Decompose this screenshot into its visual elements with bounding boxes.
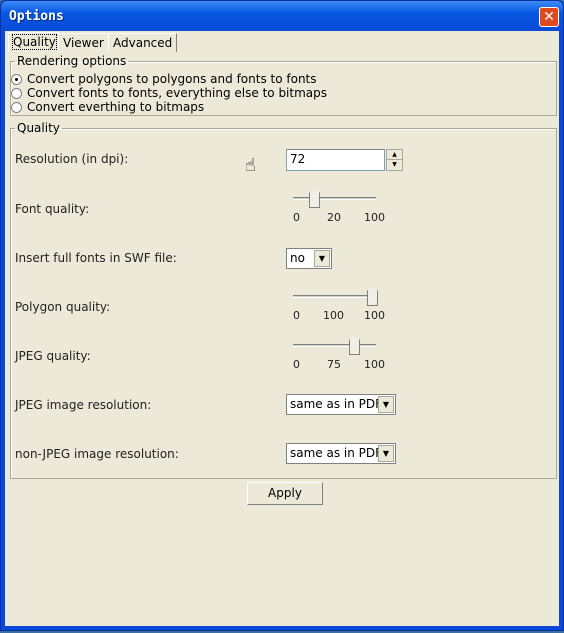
- radio-label: Convert polygons to polygons and fonts t…: [27, 72, 317, 86]
- jpeg-resolution-select[interactable]: same as in PDF ▼: [286, 394, 396, 415]
- hand-cursor-icon: ☝: [245, 155, 256, 176]
- tab-label: Viewer: [63, 36, 104, 50]
- insert-fonts-select[interactable]: no ▼: [286, 248, 332, 269]
- tab-viewer[interactable]: Viewer: [58, 33, 109, 52]
- spin-up-icon[interactable]: ▲: [387, 150, 402, 160]
- tab-label: Advanced: [113, 36, 173, 50]
- slider-max: 100: [364, 309, 385, 322]
- slider-min: 0: [293, 309, 300, 322]
- jpeg-quality-label: JPEG quality:: [15, 349, 91, 363]
- polygon-quality-slider[interactable]: [293, 295, 376, 298]
- group-legend: Quality: [17, 121, 60, 135]
- apply-button[interactable]: Apply: [247, 482, 323, 505]
- font-quality-slider[interactable]: [293, 197, 376, 200]
- slider-thumb[interactable]: [349, 336, 360, 355]
- slider-max: 100: [364, 358, 385, 371]
- jpeg-resolution-label: JPEG image resolution:: [15, 398, 152, 412]
- nonjpeg-resolution-label: non-JPEG image resolution:: [15, 447, 179, 461]
- radio-all-bitmaps[interactable]: Convert everthing to bitmaps: [11, 100, 204, 114]
- select-value: no: [290, 251, 305, 265]
- radio-label: Convert fonts to fonts, everything else …: [27, 86, 328, 100]
- tab-quality[interactable]: Quality: [8, 32, 61, 52]
- radio-icon: [11, 101, 22, 113]
- group-legend: Rendering options: [17, 54, 127, 68]
- jpeg-quality-slider[interactable]: [293, 344, 376, 347]
- resolution-label: Resolution (in dpi):: [15, 152, 129, 166]
- radio-icon: [11, 87, 22, 99]
- slider-thumb[interactable]: [309, 189, 320, 208]
- select-value: same as in PDF: [290, 446, 383, 460]
- slider-value: 100: [323, 309, 344, 322]
- font-quality-label: Font quality:: [15, 202, 90, 216]
- dialog-body: Quality Viewer Advanced Rendering option…: [5, 31, 559, 626]
- slider-min: 0: [293, 358, 300, 371]
- slider-min: 0: [293, 211, 300, 224]
- chevron-down-icon[interactable]: ▼: [378, 445, 394, 462]
- select-value: same as in PDF: [290, 397, 383, 411]
- slider-thumb[interactable]: [367, 287, 378, 306]
- slider-value: 20: [327, 211, 341, 224]
- radio-fonts-bitmaps[interactable]: Convert fonts to fonts, everything else …: [11, 86, 327, 100]
- chevron-down-icon[interactable]: ▼: [314, 250, 330, 267]
- options-window: Options ✕ Quality Viewer Advanced Render…: [0, 0, 564, 631]
- radio-polygons[interactable]: Convert polygons to polygons and fonts t…: [11, 72, 317, 86]
- tab-label: Quality: [12, 34, 57, 50]
- radio-icon: [11, 73, 22, 85]
- chevron-down-icon[interactable]: ▼: [378, 396, 394, 413]
- title-bar[interactable]: Options ✕: [1, 1, 563, 31]
- close-icon: ✕: [543, 9, 555, 25]
- resolution-input[interactable]: 72: [286, 149, 385, 171]
- nonjpeg-resolution-select[interactable]: same as in PDF ▼: [286, 443, 396, 464]
- polygon-quality-label: Polygon quality:: [15, 300, 111, 314]
- insert-fonts-label: Insert full fonts in SWF file:: [15, 251, 177, 265]
- spin-down-icon[interactable]: ▼: [387, 160, 402, 170]
- window-title: Options: [9, 9, 64, 24]
- radio-label: Convert everthing to bitmaps: [27, 100, 205, 114]
- resolution-spinner[interactable]: ▲ ▼: [386, 149, 403, 171]
- slider-max: 100: [364, 211, 385, 224]
- close-button[interactable]: ✕: [539, 7, 559, 27]
- tab-advanced[interactable]: Advanced: [108, 33, 178, 52]
- slider-value: 75: [327, 358, 341, 371]
